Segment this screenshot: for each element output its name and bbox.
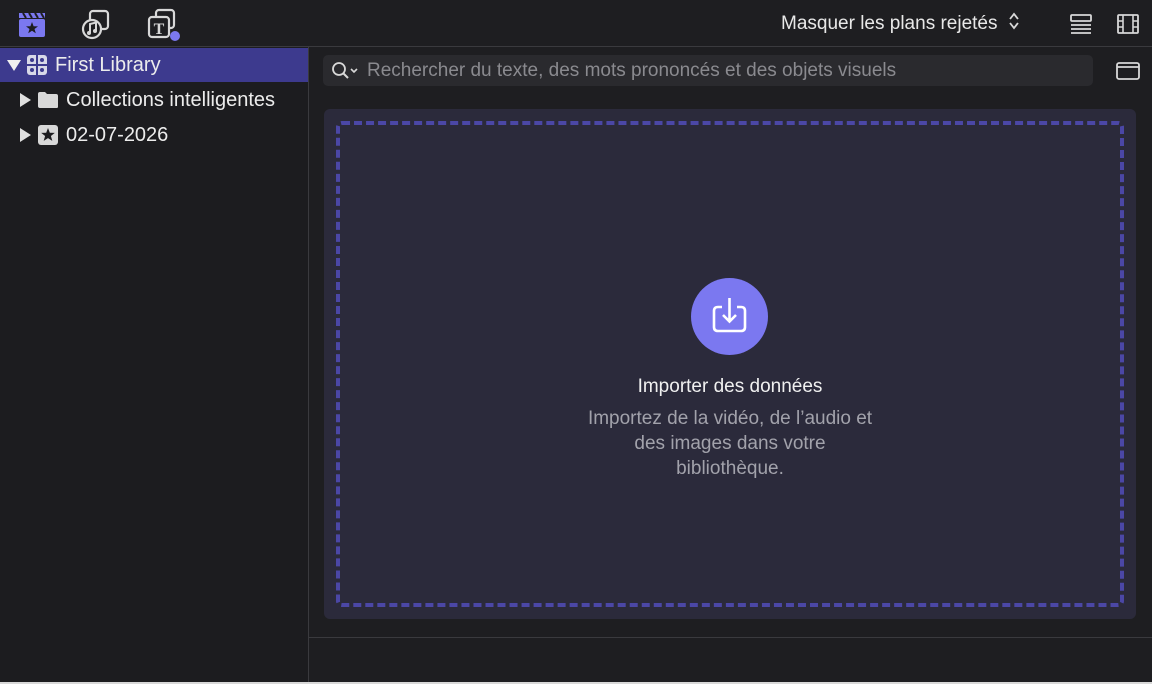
browser-content: Rechercher du texte, des mots prononcés … <box>309 47 1152 637</box>
browser-status-bar <box>309 637 1152 684</box>
list-view-icon[interactable] <box>1069 13 1093 35</box>
event-star-icon <box>37 124 59 146</box>
folder-icon <box>37 91 59 109</box>
filter-window-icon[interactable] <box>1115 60 1141 82</box>
import-arrow-icon <box>712 298 747 333</box>
sidebar-item-label: First Library <box>55 53 161 76</box>
browser-toolbar: T Masquer les plans rejetés <box>0 0 1152 47</box>
sidebar-item-first-library[interactable]: First Library <box>0 48 308 82</box>
sidebar-item-event[interactable]: 02-07-2026 <box>0 118 308 152</box>
disclosure-expanded-icon[interactable] <box>7 59 21 71</box>
libraries-sidebar: First Library Collections intelligentes … <box>0 47 309 684</box>
disclosure-collapsed-icon[interactable] <box>20 93 31 107</box>
svg-text:T: T <box>154 21 165 38</box>
disclosure-collapsed-icon[interactable] <box>20 128 31 142</box>
clip-filter-popup[interactable]: Masquer les plans rejetés <box>781 12 1020 36</box>
import-button[interactable] <box>691 278 768 355</box>
photos-audio-icon[interactable] <box>81 8 113 40</box>
library-grid-icon <box>25 53 49 77</box>
titles-generators-icon[interactable]: T <box>146 8 180 41</box>
import-description: Importez de la vidéo, de l’audio et des … <box>587 408 873 479</box>
filmstrip-view-icon[interactable] <box>1116 13 1140 35</box>
updown-chevron-icon <box>1008 11 1020 37</box>
import-title: Importer des données <box>637 376 823 397</box>
sidebar-item-label: Collections intelligentes <box>66 88 276 111</box>
drop-zone-border <box>336 121 1124 607</box>
search-placeholder: Rechercher du texte, des mots prononcés … <box>367 59 897 81</box>
clip-filter-label: Masquer les plans rejetés <box>781 13 998 34</box>
sidebar-item-smart-collections[interactable]: Collections intelligentes <box>0 83 308 117</box>
sidebar-item-label: 02-07-2026 <box>66 123 169 146</box>
libraries-clapper-icon[interactable] <box>16 8 48 40</box>
import-drop-zone[interactable]: Importer des données Importez de la vidé… <box>324 109 1136 619</box>
search-icon[interactable] <box>331 61 359 81</box>
search-field[interactable]: Rechercher du texte, des mots prononcés … <box>323 55 1093 86</box>
